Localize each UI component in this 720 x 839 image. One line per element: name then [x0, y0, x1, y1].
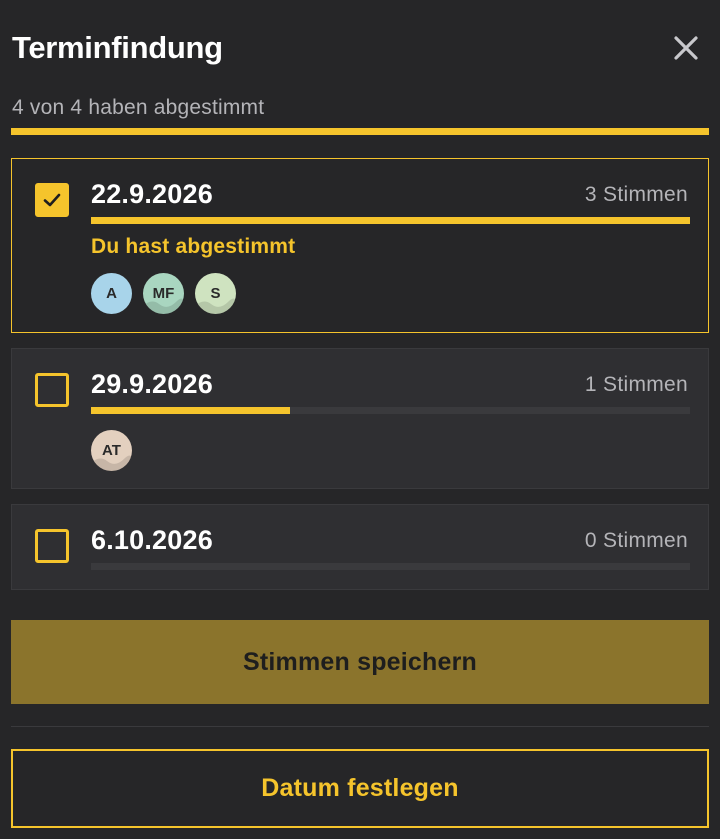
avatar-initials: AT	[102, 442, 121, 459]
option-date: 6.10.2026	[91, 525, 213, 555]
option-vote-count: 3 Stimmen	[584, 183, 688, 206]
header: Terminfindung	[12, 30, 708, 70]
avatar: S	[195, 273, 236, 314]
save-votes-button[interactable]: Stimmen speichern	[11, 620, 709, 704]
date-checkbox[interactable]	[35, 529, 69, 563]
option-vote-bar-fill	[91, 407, 291, 414]
vote-progress-fill	[11, 128, 709, 135]
divider	[11, 726, 709, 727]
option-date: 22.9.2026	[91, 179, 213, 209]
option-vote-bar-fill	[91, 217, 690, 224]
voter-avatars: AT	[91, 430, 132, 471]
voted-status: Du hast abgestimmt	[91, 235, 296, 258]
close-icon[interactable]	[672, 34, 700, 62]
voter-avatars: A MF S	[91, 273, 236, 314]
date-option-1[interactable]: 22.9.2026 3 Stimmen Du hast abgestimmt A…	[11, 158, 709, 333]
option-vote-bar	[91, 407, 690, 414]
date-option-2[interactable]: 29.9.2026 1 Stimmen AT	[11, 348, 709, 489]
page-title: Terminfindung	[12, 30, 223, 65]
fix-date-button[interactable]: Datum festlegen	[11, 749, 709, 828]
option-vote-count: 1 Stimmen	[584, 373, 688, 396]
avatar-initials: A	[106, 285, 117, 302]
date-checkbox[interactable]	[35, 373, 69, 407]
option-vote-bar	[91, 563, 690, 570]
avatar: MF	[143, 273, 184, 314]
avatar: AT	[91, 430, 132, 471]
vote-progress-bar	[11, 128, 709, 135]
avatar-initials: S	[210, 285, 221, 302]
check-icon	[43, 193, 61, 207]
date-checkbox[interactable]	[35, 183, 69, 217]
option-vote-bar	[91, 217, 690, 224]
avatar-initials: MF	[152, 285, 175, 302]
avatar: A	[91, 273, 132, 314]
option-vote-count: 0 Stimmen	[584, 529, 688, 552]
option-date: 29.9.2026	[91, 369, 213, 399]
date-option-3[interactable]: 6.10.2026 0 Stimmen	[11, 504, 709, 590]
vote-progress-label: 4 von 4 haben abgestimmt	[12, 96, 265, 119]
